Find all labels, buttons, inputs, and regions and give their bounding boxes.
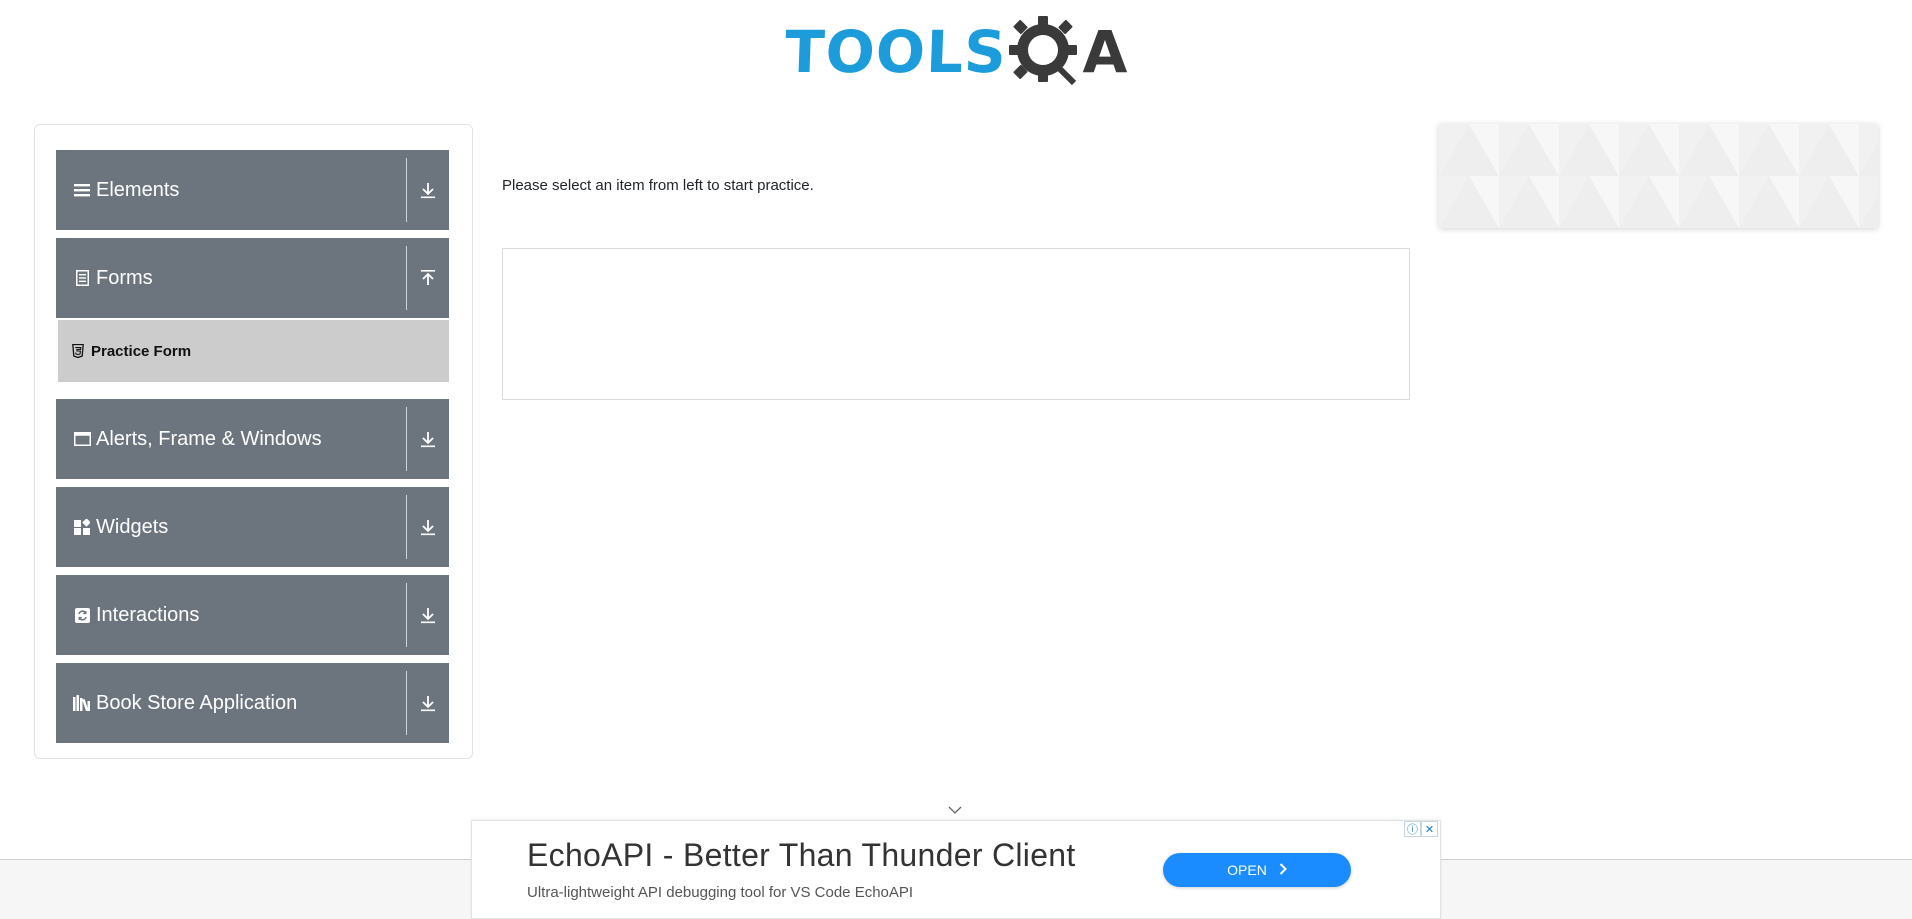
sidebar-group-label: Elements [96, 178, 180, 201]
content-placeholder-box [502, 248, 1410, 400]
window-icon [72, 429, 92, 449]
group-divider [406, 246, 407, 310]
sidebar-item-label: Practice Form [91, 342, 192, 360]
widgets-icon [72, 517, 92, 537]
group-divider [406, 495, 407, 559]
group-divider [406, 671, 407, 735]
practice-instruction: Please select an item from left to start… [502, 177, 814, 194]
logo-tools-text: TOOLS [783, 18, 1008, 86]
sidebar-accordion: Elements Forms Practice Form Alerts, Fra… [34, 124, 473, 759]
collapse-up-icon[interactable] [417, 266, 439, 290]
form-icon [72, 268, 92, 288]
sidebar-group-label: Forms [96, 266, 153, 289]
ad-close-icon[interactable]: ✕ [1421, 821, 1438, 837]
books-icon [72, 693, 92, 713]
html5-icon [71, 343, 85, 359]
group-divider [406, 407, 407, 471]
sidebar-group-widgets[interactable]: Widgets [56, 487, 449, 567]
list-icon [72, 180, 92, 200]
ad-open-button[interactable]: OPEN [1163, 853, 1351, 887]
sidebar-group-elements[interactable]: Elements [56, 150, 449, 230]
sidebar-group-alerts-frame-windows[interactable]: Alerts, Frame & Windows [56, 399, 449, 479]
ad-info-icon[interactable]: ⓘ [1404, 821, 1421, 837]
expand-down-icon[interactable] [417, 515, 439, 539]
bottom-ad-banner[interactable]: EchoAPI - Better Than Thunder Client Ult… [471, 820, 1441, 919]
sidebar-group-book-store-application[interactable]: Book Store Application [56, 663, 449, 743]
logo-a-text: A [1082, 18, 1128, 86]
sidebar-group-label: Alerts, Frame & Windows [96, 427, 322, 450]
group-divider [406, 583, 407, 647]
ad-choices-controls: ⓘ ✕ [1404, 821, 1438, 837]
sidebar-ad-banner[interactable] [1439, 124, 1878, 228]
sidebar-group-forms[interactable]: Forms [56, 238, 449, 318]
expand-down-icon[interactable] [417, 691, 439, 715]
expand-down-icon[interactable] [417, 427, 439, 451]
triangle-pattern-background [1439, 124, 1878, 228]
expand-down-icon[interactable] [417, 603, 439, 627]
sidebar-group-label: Widgets [96, 515, 169, 538]
ad-subtitle[interactable]: Ultra-lightweight API debugging tool for… [527, 884, 913, 901]
sidebar-group-label: Interactions [96, 603, 200, 626]
toolsqa-logo[interactable]: TOOLS A [783, 12, 1128, 92]
group-divider [406, 158, 407, 222]
interactions-icon [72, 605, 92, 625]
ad-title[interactable]: EchoAPI - Better Than Thunder Client [527, 837, 1076, 874]
expand-down-icon[interactable] [417, 178, 439, 202]
gear-magnifier-icon [1008, 16, 1077, 86]
site-header: TOOLS A [0, 0, 1912, 110]
ad-collapse-chevron-icon[interactable] [946, 804, 964, 816]
chevron-right-icon [1279, 862, 1287, 878]
logo-qa: A [1007, 14, 1128, 90]
sidebar-group-label: Book Store Application [96, 691, 298, 714]
sidebar-item-practice-form[interactable]: Practice Form [58, 320, 449, 382]
ad-open-label: OPEN [1227, 862, 1267, 878]
sidebar-group-interactions[interactable]: Interactions [56, 575, 449, 655]
